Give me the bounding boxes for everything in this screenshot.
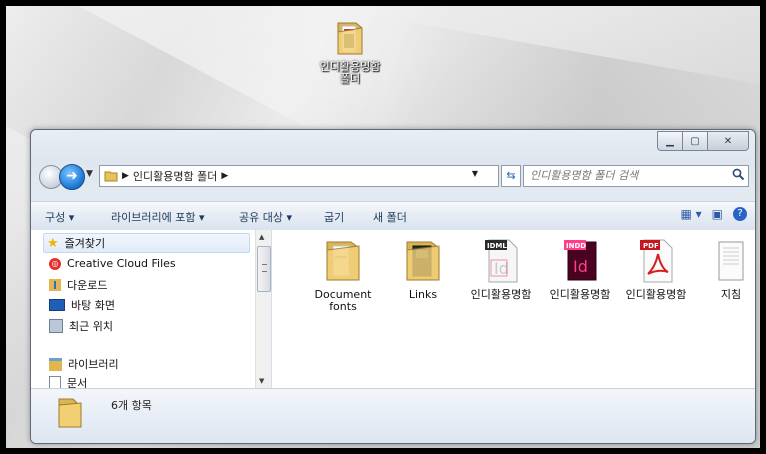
downloads-icon xyxy=(49,279,61,291)
file-name: 지침 xyxy=(720,288,742,301)
file-list: Document fonts Links IDML Id 인디활용명함 INDD… xyxy=(272,230,755,388)
file-name: 인디활용명함 xyxy=(625,288,687,301)
command-bar: 구성 ▾ 라이브러리에 포함 ▾ 공유 대상 ▾ 굽기 새 폴더 ▦ ▾ ▣ ? xyxy=(31,201,755,231)
burn-button[interactable]: 굽기 xyxy=(324,209,344,225)
recent-places-icon xyxy=(49,319,63,333)
nav-item-desktop[interactable]: 바탕 화면 xyxy=(49,297,115,313)
search-input[interactable] xyxy=(528,168,702,183)
recent-pages-dropdown[interactable]: ▼ xyxy=(86,169,93,179)
breadcrumb-arrow-icon: ▶ xyxy=(221,171,229,181)
svg-text:PDF: PDF xyxy=(643,242,659,250)
help-icon[interactable]: ? xyxy=(733,207,747,221)
navigation-pane: ★ 즐겨찾기 ◎ Creative Cloud Files 다운로드 바탕 화면… xyxy=(31,230,272,390)
view-options-icon[interactable]: ▦ ▾ xyxy=(680,207,701,221)
file-name: Links xyxy=(408,288,438,301)
desktop-icon xyxy=(49,299,65,311)
nav-scrollbar[interactable]: ▲ ▼ xyxy=(255,230,271,388)
idml-file-icon: IDML Id xyxy=(485,239,518,283)
search-box[interactable] xyxy=(523,165,749,187)
refresh-button[interactable]: ⇆ xyxy=(501,165,521,187)
svg-text:IDML: IDML xyxy=(487,242,507,250)
close-button[interactable]: ✕ xyxy=(707,131,749,151)
forward-button[interactable]: ➜ xyxy=(59,164,85,190)
file-name: 인디활용명함 xyxy=(470,288,532,301)
file-item[interactable]: Links xyxy=(388,236,458,301)
star-icon: ★ xyxy=(47,235,59,251)
nav-item-creative-cloud[interactable]: ◎ Creative Cloud Files xyxy=(49,257,176,270)
file-item[interactable]: PDF 인디활용명함 xyxy=(621,236,691,301)
file-item[interactable]: INDD Id 인디활용명함 xyxy=(545,236,615,301)
preview-pane-icon[interactable]: ▣ xyxy=(712,207,723,221)
svg-text:Id: Id xyxy=(573,257,588,276)
address-bar[interactable]: ▶ 인디활용명함 폴더 ▶ ▼ xyxy=(99,165,499,187)
nav-item-recent[interactable]: 최근 위치 xyxy=(49,318,113,334)
search-icon[interactable] xyxy=(732,168,745,181)
desktop: 인디활용명함 폴더 ▁ ▢ ✕ ➜ ▼ ▶ 인디활용명함 폴더 ▶ ▼ ⇆ 인디… xyxy=(6,6,760,448)
nav-item-libraries[interactable]: 라이브러리 xyxy=(49,356,119,372)
scroll-up-icon[interactable]: ▲ xyxy=(259,233,264,241)
desktop-folder-icon[interactable]: 인디활용명함 폴더 xyxy=(310,20,390,85)
item-count: 6개 항목 xyxy=(111,399,152,412)
nav-item-downloads[interactable]: 다운로드 xyxy=(49,277,107,293)
maximize-button[interactable]: ▢ xyxy=(682,131,707,151)
folder-icon xyxy=(337,22,363,55)
file-item[interactable]: Document fonts xyxy=(308,236,378,313)
folder-icon xyxy=(326,241,360,281)
address-dropdown-icon[interactable]: ▼ xyxy=(472,169,478,178)
file-item[interactable]: IDML Id 인디활용명함 xyxy=(466,236,536,301)
nav-item-favorites[interactable]: ★ 즐겨찾기 xyxy=(47,235,105,251)
explorer-window: ▁ ▢ ✕ ➜ ▼ ▶ 인디활용명함 폴더 ▶ ▼ ⇆ 인디활용명함 폴더 검색… xyxy=(30,129,756,444)
breadcrumb[interactable]: 인디활용명함 폴더 xyxy=(133,168,217,184)
minimize-button[interactable]: ▁ xyxy=(657,131,682,151)
libraries-icon xyxy=(49,357,62,371)
scroll-down-icon[interactable]: ▼ xyxy=(259,377,264,385)
creative-cloud-icon: ◎ xyxy=(49,257,61,270)
indd-file-icon: INDD Id xyxy=(564,240,597,281)
share-button[interactable]: 공유 대상 ▾ xyxy=(239,209,292,225)
organize-button[interactable]: 구성 ▾ xyxy=(45,209,74,225)
text-file-icon xyxy=(718,241,744,281)
details-pane: 6개 항목 xyxy=(31,388,755,443)
folder-icon xyxy=(406,241,440,281)
breadcrumb-arrow-icon: ▶ xyxy=(122,171,129,181)
desktop-folder-label: 인디활용명함 폴더 xyxy=(319,60,381,85)
folder-icon xyxy=(58,398,82,428)
scroll-thumb[interactable] xyxy=(257,246,271,292)
include-library-button[interactable]: 라이브러리에 포함 ▾ xyxy=(111,209,204,225)
file-name: Document fonts xyxy=(314,288,372,313)
new-folder-button[interactable]: 새 폴더 xyxy=(373,209,407,225)
svg-text:INDD: INDD xyxy=(566,242,586,250)
folder-icon xyxy=(104,171,118,182)
file-item[interactable]: 지침 xyxy=(696,236,755,301)
file-name: 인디활용명함 xyxy=(549,288,611,301)
pdf-file-icon: PDF xyxy=(640,239,673,283)
